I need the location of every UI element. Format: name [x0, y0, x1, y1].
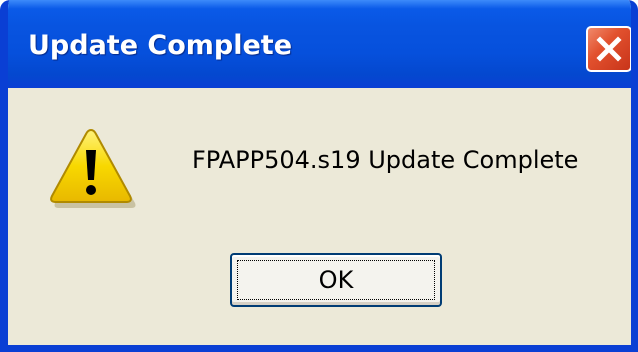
dialog-title: Update Complete	[28, 30, 293, 61]
ok-button[interactable]: OK	[230, 253, 442, 307]
dialog-body: FPAPP504.s19 Update Complete OK	[8, 88, 631, 345]
ok-button-label: OK	[318, 266, 354, 294]
close-icon	[596, 36, 622, 62]
warning-icon	[50, 128, 136, 208]
title-bar[interactable]: Update Complete	[8, 0, 631, 88]
dialog-message: FPAPP504.s19 Update Complete	[192, 146, 579, 174]
dialog-window: Update Complete FPAPP504.s19 Update Comp…	[0, 0, 638, 352]
close-button[interactable]	[586, 26, 631, 72]
